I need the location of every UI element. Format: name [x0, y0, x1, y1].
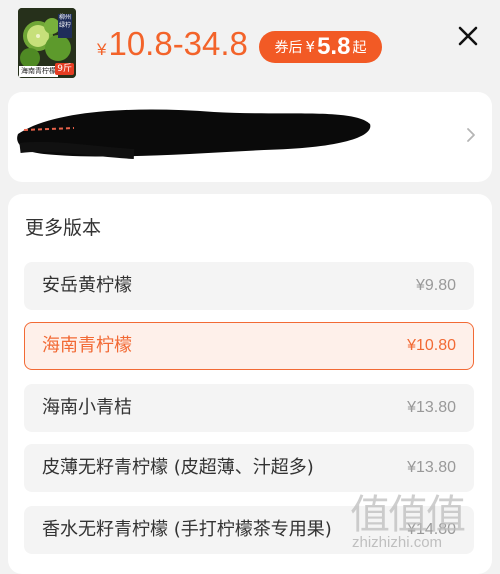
price-range: ¥10.8-34.8	[97, 24, 248, 70]
product-thumbnail[interactable]: 柳州 绿柠 海南青柠檬 9斤	[18, 8, 76, 78]
version-name: 皮薄无籽青柠檬 (皮超薄、汁超多)	[42, 457, 314, 478]
coupon-currency: ¥	[305, 38, 316, 56]
coupon-label: 券后	[274, 40, 303, 56]
price-currency: ¥	[97, 40, 107, 59]
thumb-product-name: 海南青柠檬	[19, 66, 58, 77]
version-name: 安岳黄柠檬	[42, 275, 132, 296]
close-button[interactable]	[452, 20, 484, 52]
version-price: ¥9.80	[415, 277, 456, 294]
coupon-suffix: 起	[352, 40, 367, 56]
coupon-value: 5.8	[317, 33, 351, 60]
watermark-glyphs: 值值值	[350, 492, 466, 538]
redacted-address	[17, 109, 371, 159]
close-icon	[458, 26, 478, 46]
version-name: 海南青柠檬	[42, 335, 132, 356]
price-range-value: 10.8-34.8	[108, 25, 248, 62]
version-price: ¥13.80	[407, 399, 456, 416]
version-option-1-selected[interactable]: 海南青柠檬 ¥10.80	[24, 322, 474, 370]
version-price: ¥10.80	[407, 337, 456, 354]
version-name: 香水无籽青柠檬 (手打柠檬茶专用果)	[42, 519, 332, 540]
chevron-right-icon[interactable]	[463, 126, 479, 144]
version-name: 海南小青桔	[42, 397, 132, 418]
coupon-badge: 券后 ¥ 5.8 起	[259, 31, 382, 63]
product-header: 柳州 绿柠 海南青柠檬 9斤 ¥10.8-34.8 券后 ¥ 5.8 起	[0, 0, 500, 92]
version-option-2[interactable]: 海南小青桔 ¥13.80	[24, 384, 474, 432]
version-option-0[interactable]: 安岳黄柠檬 ¥9.80	[24, 262, 474, 310]
watermark-url: zhizhizhi.com	[352, 534, 443, 551]
thumb-weight: 9斤	[55, 63, 74, 75]
origin-tag: 柳州 绿柠	[58, 14, 72, 38]
site-watermark: 值值值 zhizhizhi.com	[350, 482, 496, 562]
section-title: 更多版本	[25, 217, 102, 239]
